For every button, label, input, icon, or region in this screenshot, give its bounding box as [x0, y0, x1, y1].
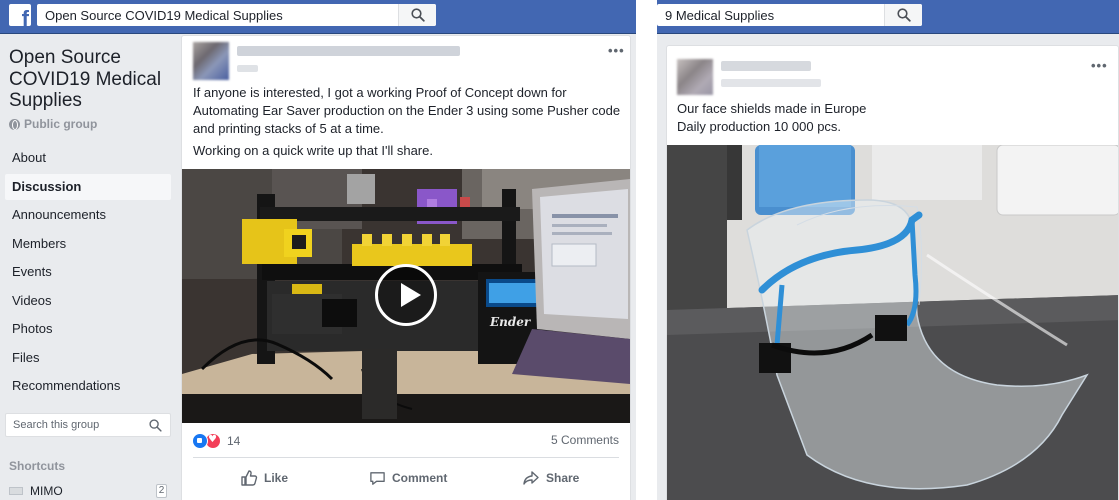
search-button[interactable] [398, 4, 436, 26]
post-paragraph-2: Working on a quick write up that I'll sh… [193, 143, 433, 158]
like-reaction-icon [192, 433, 208, 449]
search-icon [897, 8, 911, 22]
search-icon [411, 8, 425, 22]
post-line-1: Our face shields made in Europe [677, 101, 867, 116]
shortcut-count-badge: 2 [156, 484, 167, 498]
post-paragraph-1: If anyone is interested, I got a working… [193, 85, 621, 136]
shortcut-label: MIMO [30, 484, 63, 498]
comment-button[interactable]: Comment [369, 468, 447, 488]
nav-item-videos[interactable]: Videos [5, 288, 171, 314]
share-button[interactable]: Share [522, 468, 579, 488]
share-icon [523, 471, 539, 485]
shortcut-item[interactable]: MIMO 2 [9, 482, 167, 500]
group-search-box [5, 413, 171, 437]
facebook-logo-letter: f [21, 6, 29, 27]
left-window: f Open Source COVID19 Medical Supplies P… [0, 0, 636, 500]
face-shield-photo [667, 145, 1118, 500]
top-search-box [37, 4, 436, 26]
shortcuts-title: Shortcuts [9, 459, 66, 473]
group-privacy-label: Public group [24, 117, 98, 131]
top-search-input[interactable] [657, 4, 922, 26]
group-thumbnail-icon [9, 487, 23, 495]
like-icon [241, 470, 258, 486]
top-bar: f [0, 0, 636, 34]
nav-item-about[interactable]: About [5, 145, 171, 171]
globe-icon [9, 118, 20, 130]
comment-icon [370, 471, 385, 485]
nav-item-members[interactable]: Members [5, 231, 171, 257]
group-sidebar: Open Source COVID19 Medical Supplies Pub… [0, 34, 180, 500]
comment-button-label: Comment [392, 471, 448, 485]
printer-brand-label: Ender [490, 315, 531, 329]
like-button[interactable]: Like [240, 468, 288, 488]
top-search-box [657, 4, 922, 26]
feed-post: ••• If anyone is interested, I got a wor… [181, 35, 631, 500]
author-avatar[interactable] [193, 42, 229, 80]
nav-item-announcements[interactable]: Announcements [5, 202, 171, 228]
feed-post: ••• Our face shields made in Europe Dail… [666, 45, 1119, 500]
comments-count-link[interactable]: 5 Comments [551, 433, 619, 447]
post-timestamp-blurred[interactable] [721, 79, 821, 87]
more-options-icon[interactable]: ••• [1091, 58, 1108, 73]
author-avatar[interactable] [677, 59, 713, 95]
nav-item-recommendations[interactable]: Recommendations [5, 373, 171, 399]
like-button-label: Like [264, 471, 289, 485]
search-icon[interactable] [149, 419, 162, 432]
nav-item-files[interactable]: Files [5, 345, 171, 371]
reactions-summary[interactable]: 14 [192, 433, 240, 449]
reaction-count: 14 [227, 434, 241, 448]
nav-item-events[interactable]: Events [5, 259, 171, 285]
group-name[interactable]: Open Source COVID19 Medical Supplies [9, 47, 179, 112]
search-button[interactable] [884, 4, 922, 26]
actions-divider [193, 457, 619, 458]
share-button-label: Share [546, 471, 580, 485]
play-icon[interactable] [375, 264, 437, 326]
nav-item-discussion[interactable]: Discussion [5, 174, 171, 200]
top-bar [657, 0, 1119, 34]
post-line-2: Daily production 10 000 pcs. [677, 119, 842, 134]
post-video[interactable]: Ender [182, 169, 630, 423]
author-name-blurred[interactable] [721, 61, 811, 71]
nav-item-photos[interactable]: Photos [5, 316, 171, 342]
group-privacy: Public group [9, 117, 97, 131]
panel-gap [636, 0, 657, 500]
top-search-input[interactable] [37, 4, 436, 26]
post-photo[interactable] [667, 145, 1118, 500]
right-window: ••• Our face shields made in Europe Dail… [657, 0, 1119, 500]
facebook-logo-icon[interactable]: f [9, 4, 31, 26]
group-search-input[interactable] [6, 414, 146, 436]
post-timestamp-blurred[interactable] [237, 65, 258, 72]
more-options-icon[interactable]: ••• [608, 43, 625, 58]
author-name-blurred[interactable] [237, 46, 460, 56]
